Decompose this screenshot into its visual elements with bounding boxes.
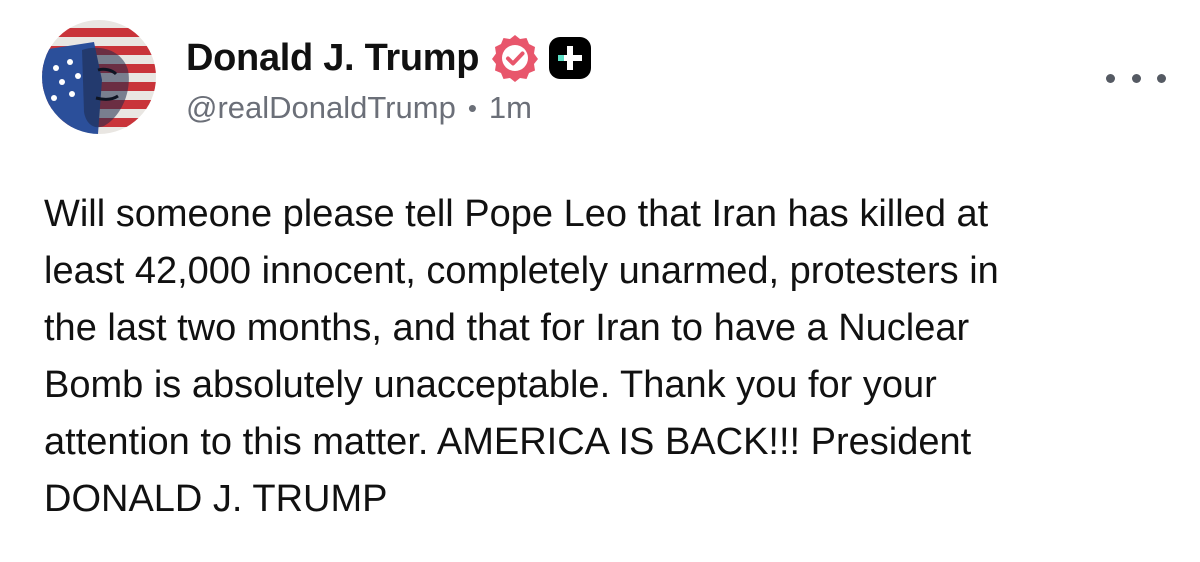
- post-card: Donald J. Trump @realDonaldTrump • 1m Wi…: [0, 0, 1200, 562]
- more-dot: [1131, 73, 1141, 83]
- more-dot: [1106, 73, 1115, 83]
- more-dot: [1157, 73, 1166, 83]
- flag-portrait-avatar-icon: [42, 20, 156, 134]
- post-text-line: Will someone please tell Pope Leo that I…: [44, 193, 989, 235]
- separator-dot: •: [467, 92, 477, 123]
- handle-row: @realDonaldTrump • 1m: [186, 90, 593, 126]
- post-text-line: DONALD J. TRUMP: [44, 478, 388, 520]
- plus-badge-icon: [549, 37, 592, 79]
- post-text-line: the last two months, and that for Iran t…: [44, 307, 970, 349]
- post-header: Donald J. Trump @realDonaldTrump • 1m: [186, 34, 593, 126]
- post-text-line: Bomb is absolutely unacceptable. Thank y…: [44, 364, 937, 406]
- post-text-line: least 42,000 innocent, completely unarme…: [44, 250, 999, 292]
- verified-badge-icon: [492, 35, 539, 82]
- post-text: Will someone please tell Pope Leo that I…: [44, 186, 1164, 528]
- handle[interactable]: @realDonaldTrump: [186, 90, 456, 126]
- more-options-icon[interactable]: [1106, 60, 1166, 96]
- avatar[interactable]: [42, 20, 156, 134]
- timestamp[interactable]: 1m: [489, 90, 532, 126]
- post-text-line: attention to this matter. AMERICA IS BAC…: [44, 421, 972, 463]
- display-name[interactable]: Donald J. Trump: [186, 37, 480, 80]
- name-row: Donald J. Trump: [186, 34, 593, 82]
